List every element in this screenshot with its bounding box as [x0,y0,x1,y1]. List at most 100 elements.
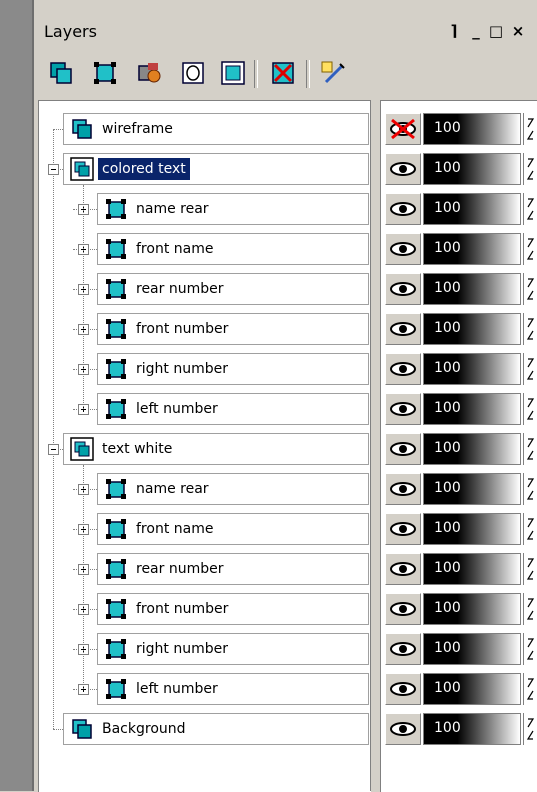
blend-mode-icon[interactable] [523,193,537,225]
maximize-button[interactable]: □ [486,22,506,40]
blend-mode-icon[interactable] [523,473,537,505]
blend-mode-icon[interactable] [523,233,537,265]
layer-props-row: 100 [381,109,537,149]
visibility-eye-icon[interactable] [385,593,421,625]
layer-item[interactable]: right number [97,633,369,665]
collapse-icon[interactable] [48,164,59,175]
new-mask-icon[interactable] [180,60,206,86]
opacity-slider[interactable]: 100 [423,713,521,745]
opacity-slider[interactable]: 100 [423,313,521,345]
opacity-slider[interactable]: 100 [423,273,521,305]
layer-item[interactable]: right number [97,353,369,385]
opacity-slider[interactable]: 100 [423,553,521,585]
blend-mode-icon[interactable] [523,593,537,625]
layer-name: right number [136,641,228,657]
layer-properties-icon[interactable] [320,60,346,86]
opacity-slider[interactable]: 100 [423,433,521,465]
layer-row[interactable]: wireframe [39,109,371,149]
close-button[interactable]: × [508,22,528,40]
layer-item[interactable]: Background [63,713,369,745]
blend-mode-icon[interactable] [523,713,537,745]
layer-row[interactable]: right number [39,349,371,389]
blend-mode-icon[interactable] [523,633,537,665]
layer-item[interactable]: front number [97,593,369,625]
new-group-icon[interactable] [92,60,118,86]
layer-row[interactable]: Background [39,709,371,749]
hidden-eye-icon[interactable] [385,113,421,145]
opacity-slider[interactable]: 100 [423,473,521,505]
layer-row[interactable]: colored text [39,149,371,189]
visibility-eye-icon[interactable] [385,313,421,345]
opacity-slider[interactable]: 100 [423,633,521,665]
layer-row[interactable]: rear number [39,549,371,589]
blend-mode-icon[interactable] [523,113,537,145]
new-layer-icon[interactable] [48,60,74,86]
delete-layer-icon[interactable] [270,60,296,86]
opacity-slider[interactable]: 100 [423,393,521,425]
layer-row[interactable]: left number [39,389,371,429]
blend-mode-icon[interactable] [523,513,537,545]
layer-item[interactable]: rear number [97,553,369,585]
layer-item[interactable]: text white [63,433,369,465]
opacity-slider[interactable]: 100 [423,113,521,145]
layer-item[interactable]: front name [97,513,369,545]
opacity-slider[interactable]: 100 [423,353,521,385]
layer-item[interactable]: front name [97,233,369,265]
visibility-eye-icon[interactable] [385,393,421,425]
layer-item[interactable]: rear number [97,273,369,305]
visibility-eye-icon[interactable] [385,353,421,385]
visibility-eye-icon[interactable] [385,713,421,745]
visibility-eye-icon[interactable] [385,513,421,545]
visibility-eye-icon[interactable] [385,553,421,585]
group-icon [70,437,94,461]
visibility-eye-icon[interactable] [385,473,421,505]
visibility-eye-icon[interactable] [385,633,421,665]
layer-row[interactable]: right number [39,629,371,669]
layer-row[interactable]: left number [39,669,371,709]
blend-mode-icon[interactable] [523,313,537,345]
layer-group-icon [104,197,128,221]
layer-item[interactable]: left number [97,393,369,425]
layer-properties-column: 100 100 100 100 100 100 100 100 100 100 100 100 100 1… [380,100,537,792]
layer-row[interactable]: front name [39,229,371,269]
visibility-eye-icon[interactable] [385,153,421,185]
new-adjustment-icon[interactable] [136,60,162,86]
layer-group-icon [104,397,128,421]
opacity-slider[interactable]: 100 [423,193,521,225]
blend-mode-icon[interactable] [523,673,537,705]
collapse-icon[interactable] [48,444,59,455]
layer-row[interactable]: name rear [39,469,371,509]
opacity-slider[interactable]: 100 [423,153,521,185]
layer-item[interactable]: name rear [97,473,369,505]
blend-mode-icon[interactable] [523,433,537,465]
layer-row[interactable]: front number [39,309,371,349]
visibility-eye-icon[interactable] [385,433,421,465]
opacity-slider[interactable]: 100 [423,513,521,545]
opacity-slider[interactable]: 100 [423,233,521,265]
layer-item[interactable]: front number [97,313,369,345]
layer-item[interactable]: colored text [63,153,369,185]
pin-button[interactable]: ⌉ [444,22,464,40]
blend-mode-icon[interactable] [523,273,537,305]
visibility-eye-icon[interactable] [385,193,421,225]
layer-row[interactable]: rear number [39,269,371,309]
blend-mode-icon[interactable] [523,153,537,185]
layer-row[interactable]: front number [39,589,371,629]
blend-mode-icon[interactable] [523,553,537,585]
layer-row[interactable]: name rear [39,189,371,229]
blend-mode-icon[interactable] [523,393,537,425]
blend-mode-icon[interactable] [523,353,537,385]
minimize-button[interactable]: _ [466,22,486,40]
layer-item[interactable]: wireframe [63,113,369,145]
opacity-slider[interactable]: 100 [423,593,521,625]
visibility-eye-icon[interactable] [385,273,421,305]
layer-item[interactable]: left number [97,673,369,705]
layer-row[interactable]: front name [39,509,371,549]
visibility-eye-icon[interactable] [385,673,421,705]
layer-row[interactable]: text white [39,429,371,469]
opacity-slider[interactable]: 100 [423,673,521,705]
layer-props-row: 100 [381,429,537,469]
layer-item[interactable]: name rear [97,193,369,225]
visibility-eye-icon[interactable] [385,233,421,265]
merge-icon[interactable] [220,60,246,86]
